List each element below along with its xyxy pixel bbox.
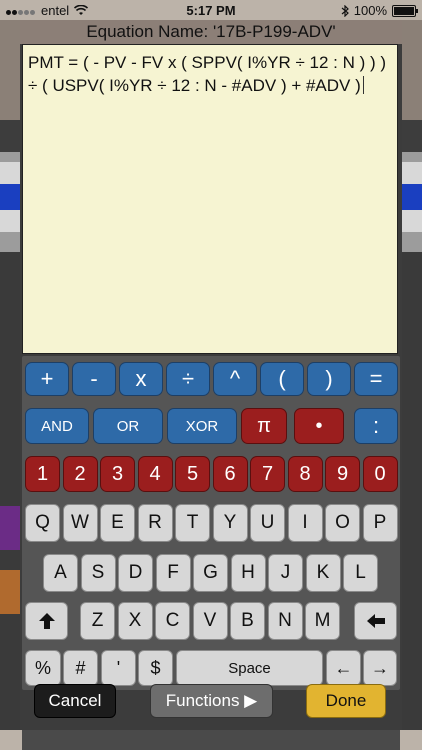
key-l[interactable]: L [343, 554, 378, 592]
key-f[interactable]: F [155, 554, 191, 592]
text-cursor [362, 76, 364, 94]
key-z[interactable]: Z [80, 602, 115, 640]
key-r[interactable]: R [137, 504, 173, 542]
equation-text: PMT = ( - PV - FV x ( SPPV( I%YR ÷ 12 : … [28, 53, 387, 95]
key-divide[interactable]: ÷ [166, 362, 210, 396]
keyboard-panel: + - x ÷ ^() = AND OR XOR π •:1 2 3 4 5 6 7 8 9 0 Q W E R T Y U I O P A… [22, 356, 400, 690]
key-b[interactable]: B [230, 602, 265, 640]
shift-up-arrow-icon [38, 613, 55, 629]
key-q[interactable]: Q [25, 504, 60, 542]
key-a[interactable]: A [43, 554, 78, 592]
key-digit-0[interactable]: 0 [362, 456, 398, 492]
battery-percent: 100% [353, 3, 387, 18]
key-multiply[interactable]: x [119, 362, 163, 396]
backspace-arrow-icon [366, 614, 385, 628]
key-plus[interactable]: + [25, 362, 69, 396]
backspace-key[interactable] [354, 602, 397, 640]
key-dot[interactable]: • [294, 408, 344, 444]
key-open-paren[interactable]: ( [260, 362, 304, 396]
cursor-left-key[interactable]: ← [326, 650, 361, 686]
key-digit-1[interactable]: 1 [25, 456, 60, 492]
status-bar: entel 5:17 PM 100% [0, 0, 422, 20]
done-button[interactable]: Done [306, 684, 386, 718]
key-d[interactable]: D [118, 554, 153, 592]
functions-button[interactable]: Functions ▶ [150, 684, 273, 718]
key-u[interactable]: U [250, 504, 285, 542]
equation-editor-dialog: Equation Name: '17B-P199-ADV' PMT = ( - … [20, 20, 402, 730]
key-h[interactable]: H [230, 554, 266, 592]
key-percent[interactable]: % [25, 650, 61, 686]
key-digit-9[interactable]: 9 [325, 456, 360, 492]
key-p[interactable]: P [362, 504, 398, 542]
key-apostrophe[interactable]: ' [101, 650, 136, 686]
key-n[interactable]: N [267, 602, 303, 640]
key-digit-4[interactable]: 4 [137, 456, 173, 492]
key-digit-6[interactable]: 6 [212, 456, 248, 492]
key-hash[interactable]: # [63, 650, 98, 686]
key-or[interactable]: OR [93, 408, 163, 444]
key-x[interactable]: X [117, 602, 153, 640]
cursor-right-key[interactable]: → [363, 650, 397, 686]
key-e[interactable]: E [100, 504, 135, 542]
key-j[interactable]: J [268, 554, 303, 592]
space-key[interactable]: Space [176, 650, 323, 686]
cancel-button[interactable]: Cancel [34, 684, 116, 718]
battery-icon [392, 4, 418, 17]
key-v[interactable]: V [192, 602, 228, 640]
key-digit-2[interactable]: 2 [62, 456, 98, 492]
key-equals[interactable]: = [354, 362, 398, 396]
key-minus[interactable]: - [72, 362, 116, 396]
key-power[interactable]: ^ [213, 362, 257, 396]
key-colon[interactable]: : [354, 408, 398, 444]
key-i[interactable]: I [287, 504, 323, 542]
key-g[interactable]: G [193, 554, 228, 592]
key-digit-8[interactable]: 8 [287, 456, 323, 492]
key-close-paren[interactable]: ) [307, 362, 351, 396]
key-and[interactable]: AND [25, 408, 89, 444]
key-digit-7[interactable]: 7 [250, 456, 285, 492]
key-o[interactable]: O [325, 504, 360, 542]
key-c[interactable]: C [155, 602, 190, 640]
key-t[interactable]: T [175, 504, 210, 542]
shift-key[interactable] [25, 602, 68, 640]
bluetooth-icon [341, 4, 349, 17]
key-digit-5[interactable]: 5 [175, 456, 210, 492]
key-s[interactable]: S [80, 554, 116, 592]
equation-text-area[interactable]: PMT = ( - PV - FV x ( SPPV( I%YR ÷ 12 : … [22, 44, 398, 354]
key-w[interactable]: W [62, 504, 98, 542]
key-k[interactable]: K [305, 554, 341, 592]
dialog-title: Equation Name: '17B-P199-ADV' [20, 20, 402, 44]
key-digit-3[interactable]: 3 [100, 456, 135, 492]
key-xor[interactable]: XOR [167, 408, 237, 444]
key-m[interactable]: M [305, 602, 340, 640]
key-dollar[interactable]: $ [138, 650, 173, 686]
key-y[interactable]: Y [212, 504, 248, 542]
key-pi[interactable]: π [241, 408, 287, 444]
